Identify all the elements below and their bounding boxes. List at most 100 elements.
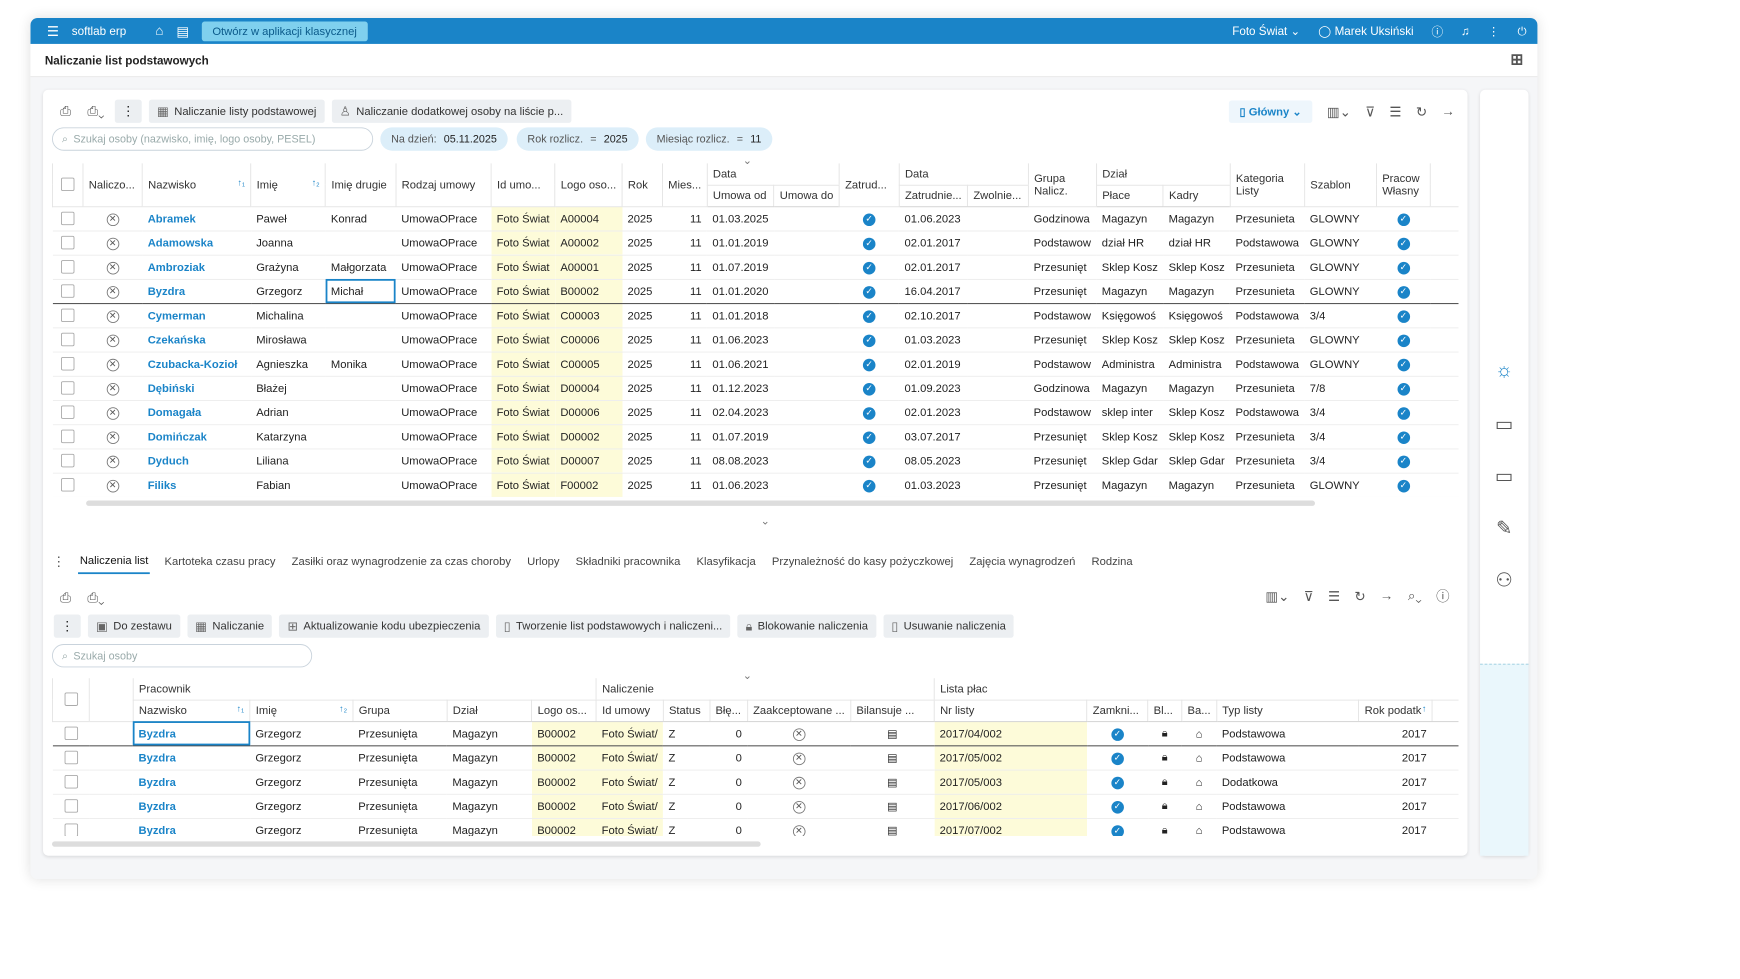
col-umowa-od[interactable]: Umowa od [706,184,774,207]
power-icon[interactable]: ⏻ [1517,24,1526,38]
tab-4[interactable]: Składniki pracownika [574,550,682,573]
col-ble[interactable]: Błę... [709,699,748,722]
bell-icon[interactable]: ♫ [1461,24,1470,37]
col-zamkni[interactable]: Zamkni... [1086,699,1148,722]
arrow-right-icon[interactable]: → [1441,104,1454,119]
col-nrlisty[interactable]: Nr listy [933,699,1087,722]
select-all-checkbox[interactable] [52,678,90,722]
table-row[interactable]: ✕ Dębiński Błażej UmowaOPrace Foto Świat D000… [52,375,1459,401]
col-kadry[interactable]: Kadry [1162,184,1231,207]
edit-icon[interactable]: ✎ [1493,517,1516,540]
view-selector[interactable]: ▯ Główny ⌄ [1228,100,1313,123]
table-row[interactable]: Byzdra Grzegorz Przesunięta Magazyn B00002 Fo… [52,720,1459,746]
table-row[interactable]: ✕ Adamowska Joanna UmowaOPrace Foto Świat A00… [52,230,1459,256]
print-icon[interactable]: ⎙⌄ [84,100,107,123]
table-row[interactable]: ✕ Byzdra Grzegorz Michał UmowaOPrace Foto Świ… [52,278,1459,304]
cell-imie2[interactable] [325,424,396,449]
row-checkbox[interactable] [52,351,83,377]
col-typ[interactable]: Typ listy [1215,699,1359,722]
cell-nazwisko[interactable]: Byzdra [133,745,250,771]
col-logo[interactable]: Logo os... [531,699,597,722]
document-history-icon[interactable]: ⎙ [54,100,77,123]
more-vertical-icon[interactable]: ⋮ [52,553,65,569]
bank-icon[interactable]: ⌂ [1181,769,1217,795]
row-checkbox[interactable] [52,745,90,771]
col-mies[interactable]: Mies... [661,163,708,207]
col-imie[interactable]: Imię ↑₂ [249,699,353,722]
ledger-icon[interactable]: ▤ [850,793,935,819]
table-row[interactable]: ✕ Cymerman Michalina UmowaOPrace Foto Świat C… [52,303,1459,328]
tab-2[interactable]: Zasiłki oraz wynagrodzenie za czas choro… [290,550,513,573]
home-icon[interactable]: ⌂ [148,23,171,38]
col-dzial[interactable]: Dział [446,699,532,722]
cell-imie2[interactable] [325,400,396,425]
columns-icon[interactable]: ☰ [1328,588,1340,604]
refresh-icon[interactable]: ↻ [1416,104,1427,120]
table-row[interactable]: Byzdra Grzegorz Przesunięta Magazyn B00002 Fo… [52,793,1459,819]
row-checkbox[interactable] [52,472,83,497]
cell-imie2[interactable] [325,327,396,353]
table-row[interactable]: ✕ Domagała Adrian UmowaOPrace Foto Świat D000… [52,400,1459,425]
cell-imie2[interactable]: Monika [325,351,396,377]
col-szablon[interactable]: Szablon [1303,163,1377,207]
row-checkbox[interactable] [52,720,90,746]
col-kategoria[interactable]: Kategoria Listy [1229,163,1305,207]
person-search-input[interactable]: ⌕ Szukaj osoby (nazwisko, imię, logo osob… [52,127,374,151]
cell-imie2[interactable] [325,472,396,497]
more-vertical-icon[interactable]: ⋮ [1488,24,1500,38]
user-menu[interactable]: ◯ Marek Uksiński [1318,24,1413,38]
table-row[interactable]: ✕ Domińczak Katarzyna UmowaOPrace Foto Świat… [52,424,1459,449]
add-to-set-button[interactable]: ▣ Do zestawu [87,614,180,638]
cell-imie2[interactable] [325,448,396,474]
col-grupa[interactable]: Grupa Nalicz. [1027,163,1097,207]
table-row[interactable]: ✕ Dyduch Liliana UmowaOPrace Foto Świat D0000… [52,448,1459,474]
col-nalicz[interactable]: Naliczo... [82,163,143,207]
lock-icon[interactable]: 🔒︎ [1147,793,1182,819]
col-idumo[interactable]: Id umo... [490,163,555,207]
cell-nazwisko[interactable]: Domińczak [142,424,251,449]
calc-additional-person-button[interactable]: ♙ Naliczanie dodatkowej osoby na liście p… [331,99,572,123]
row-checkbox[interactable] [52,375,83,401]
col-rodzaj[interactable]: Rodzaj umowy [395,163,492,207]
row-checkbox[interactable] [52,793,90,819]
cell-nazwisko[interactable]: Byzdra [133,769,250,795]
bank-icon[interactable]: ⌂ [1181,793,1217,819]
table-row[interactable]: Byzdra Grzegorz Przesunięta Magazyn B00002 Fo… [52,745,1459,771]
print-icon[interactable]: ⎙⌄ [84,586,107,609]
row-checkbox[interactable] [52,206,83,231]
filter-icon[interactable]: ⊽ [1304,588,1314,604]
filter-icon[interactable]: ⊽ [1365,104,1375,120]
document-search-icon[interactable]: ⌕⌄ [1408,588,1422,603]
cell-nazwisko[interactable]: Byzdra [142,278,251,304]
col-bl[interactable]: Bl... [1147,699,1182,722]
bank-icon[interactable]: ⌂ [1181,745,1217,771]
col-umowa-do[interactable]: Umowa do [773,184,840,207]
col-zatrud[interactable]: Zatrud... [838,163,900,207]
chart-icon[interactable]: ▥⌄ [1327,104,1351,120]
chat-icon[interactable]: ▭ [1493,413,1516,436]
grid-view-icon[interactable]: ⊞ [1510,51,1523,69]
tab-6[interactable]: Przynależność do kasy pożyczkowej [770,550,955,573]
cell-nazwisko[interactable]: Czekańska [142,327,251,353]
chart-icon[interactable]: ▥⌄ [1265,588,1289,604]
lock-icon[interactable]: 🔒︎ [1147,769,1182,795]
table-row[interactable]: Byzdra Grzegorz Przesunięta Magazyn B00002 Fo… [52,769,1459,795]
table-row[interactable]: ✕ Czubacka-Kozioł Agnieszka Monika UmowaOPra… [52,351,1459,377]
col-rok[interactable]: Rok [621,163,663,207]
open-classic-button[interactable]: Otwórz w aplikacji klasycznej [201,21,368,41]
arrow-right-icon[interactable]: → [1380,588,1393,603]
row-checkbox[interactable] [52,424,83,449]
cell-nazwisko[interactable]: Ambroziak [142,254,251,280]
delete-calculation-button[interactable]: ▯ Usuwanie naliczenia [883,614,1014,638]
table-row[interactable]: Byzdra Grzegorz Przesunięta Magazyn B00002 Fo… [52,818,1459,837]
lock-icon[interactable]: 🔒︎ [1147,720,1182,746]
col-logo[interactable]: Logo oso... [554,163,623,207]
col-zaak[interactable]: Zaakceptowane ... [746,699,851,722]
ledger-icon[interactable]: ▤ [850,745,935,771]
refresh-icon[interactable]: ↻ [1354,588,1365,604]
col-imie[interactable]: Imię ↑₂ [250,163,326,207]
col-zatrudnie[interactable]: Zatrudnie... [898,184,968,207]
lock-icon[interactable]: 🔒︎ [1147,818,1182,837]
col-ba[interactable]: Ba... [1181,699,1217,722]
cell-imie2[interactable]: Małgorzata [325,254,396,280]
